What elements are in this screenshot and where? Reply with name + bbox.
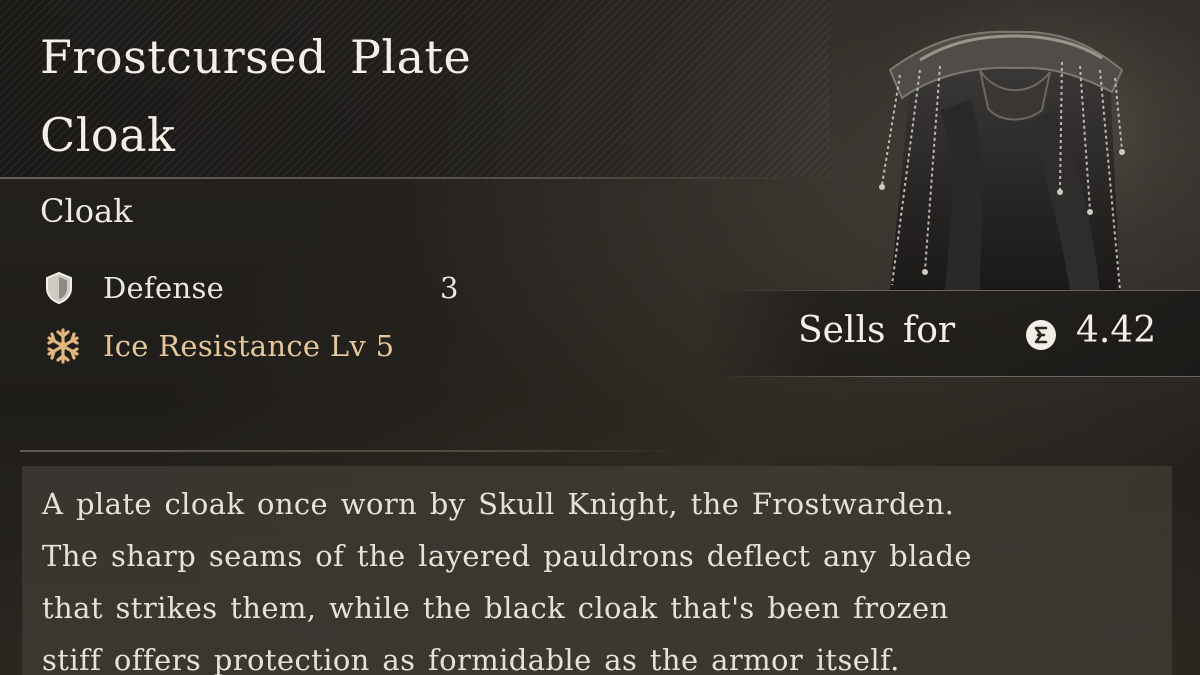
description-line: that strikes them, while the black cloak…: [42, 591, 949, 625]
title-divider: [0, 177, 800, 179]
sell-value: 4.42: [1076, 310, 1157, 351]
item-title-line-1: Frostcursed Plate: [40, 30, 472, 84]
description-line: A plate cloak once worn by Skull Knight,…: [42, 487, 955, 521]
snowflake-icon: [44, 326, 88, 366]
stat-value: 3: [440, 271, 459, 305]
item-title: Frostcursed Plate Cloak: [40, 18, 600, 174]
stat-ice-resistance: Ice Resistance Lv 5: [44, 326, 394, 366]
cloak-icon: [830, 0, 1200, 291]
stat-label: Ice Resistance Lv 5: [103, 329, 395, 363]
sell-panel-divider-top: [720, 290, 1200, 291]
item-title-line-2: Cloak: [40, 108, 176, 162]
stat-defense: Defense: [44, 268, 224, 308]
shield-icon: [44, 268, 88, 308]
description-line: The sharp seams of the layered pauldrons…: [42, 539, 972, 573]
coin-icon: [1024, 318, 1058, 352]
sell-panel-divider-bottom: [720, 376, 1200, 377]
item-type: Cloak: [40, 192, 133, 230]
description-line: stiff offers protection as formidable as…: [42, 643, 900, 675]
item-description: A plate cloak once worn by Skull Knight,…: [22, 466, 1172, 675]
stat-label: Defense: [103, 271, 225, 305]
description-divider: [20, 450, 690, 452]
sell-label: Sells for: [798, 310, 956, 351]
